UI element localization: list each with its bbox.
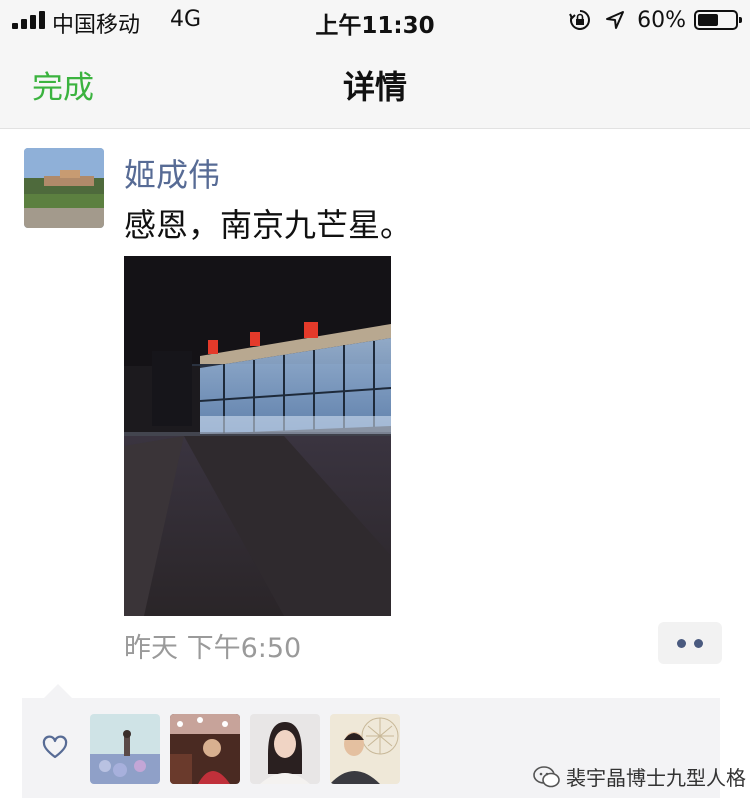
watermark-text: 裴宇晶博士九型人格 (566, 766, 746, 790)
page-title: 详情 (342, 68, 407, 106)
orientation-lock-icon (569, 10, 591, 30)
liker-avatar-1[interactable] (90, 714, 160, 784)
post-text: 感恩，南京九芒星。 (124, 206, 413, 244)
battery-percent: 60% (637, 7, 686, 33)
heart-outline-icon (42, 735, 68, 759)
status-right-group: 60% (569, 6, 742, 34)
wechat-icon (533, 765, 560, 787)
post-photo[interactable] (124, 256, 391, 616)
post-timestamp: 昨天 下午6:50 (124, 633, 302, 664)
post-author-name[interactable]: 姬成伟 (124, 150, 220, 196)
liker-avatar-3[interactable] (250, 714, 320, 784)
watermark: 裴宇晶博士九型人格 (532, 762, 746, 791)
liker-avatar-4[interactable] (330, 714, 400, 784)
liker-avatar-2[interactable] (170, 714, 240, 784)
more-dots-icon[interactable] (658, 622, 722, 664)
battery-fill (698, 14, 718, 26)
nav-bar: 完成 详情 (0, 40, 750, 129)
author-avatar[interactable] (24, 148, 104, 228)
status-bar: 中国移动 4G 上午11:30 60% (0, 0, 750, 40)
location-arrow-icon (606, 11, 625, 29)
battery-icon (694, 10, 742, 30)
